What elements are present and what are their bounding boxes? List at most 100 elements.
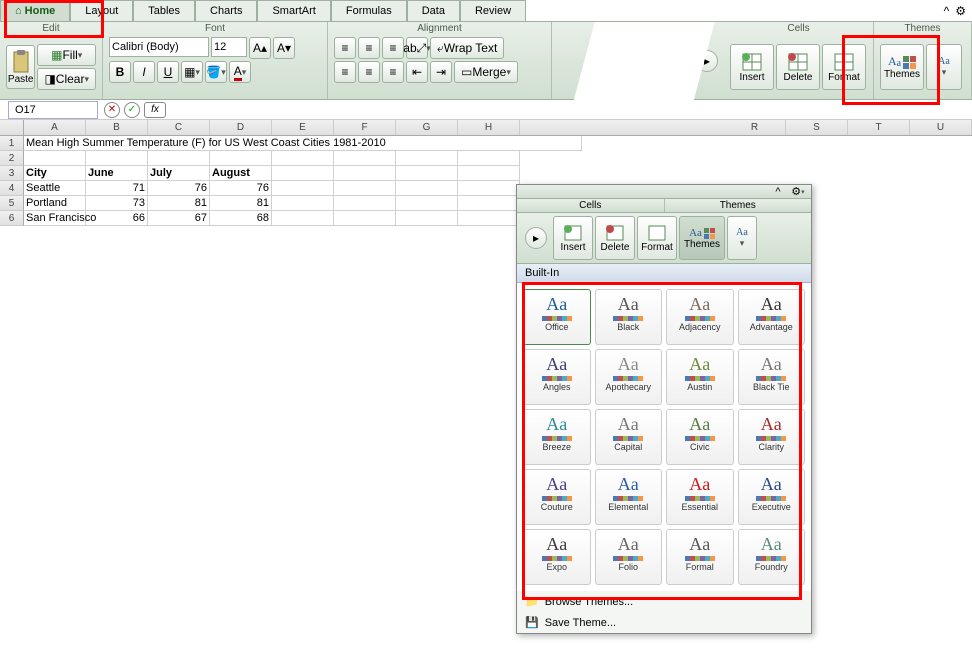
bold-button[interactable]: B xyxy=(109,61,131,83)
cell[interactable]: Portland xyxy=(24,196,86,211)
popup-delete-button[interactable]: Delete xyxy=(595,216,635,260)
format-button[interactable]: Format xyxy=(822,44,866,90)
row-header[interactable]: 2 xyxy=(0,151,24,166)
tab-charts[interactable]: Charts xyxy=(195,0,257,21)
cell[interactable]: June xyxy=(86,166,148,181)
fill-button[interactable]: ▦ Fill ▾ xyxy=(37,44,96,66)
align-left-button[interactable]: ≡ xyxy=(334,61,356,83)
popup-insert-button[interactable]: Insert xyxy=(553,216,593,260)
cell[interactable]: Seattle xyxy=(24,181,86,196)
theme-item-essential[interactable]: AaEssential xyxy=(666,469,734,525)
col-header[interactable]: C xyxy=(148,120,210,135)
row-header[interactable]: 4 xyxy=(0,181,24,196)
align-bottom-button[interactable]: ≡ xyxy=(382,37,404,59)
underline-button[interactable]: U xyxy=(157,61,179,83)
row-header[interactable]: 6 xyxy=(0,211,24,226)
theme-item-breeze[interactable]: AaBreeze xyxy=(523,409,591,465)
theme-item-advantage[interactable]: AaAdvantage xyxy=(738,289,806,345)
orientation-button[interactable]: ab⤢▾ xyxy=(406,37,428,59)
cell[interactable]: 71 xyxy=(86,181,148,196)
col-header[interactable]: F xyxy=(334,120,396,135)
cancel-formula-button[interactable]: ✕ xyxy=(104,102,120,118)
cell[interactable]: 76 xyxy=(148,181,210,196)
popup-format-button[interactable]: Format xyxy=(637,216,677,260)
save-theme-button[interactable]: 💾Save Theme... xyxy=(517,612,811,633)
theme-fonts-button[interactable]: Aa▾ xyxy=(926,44,962,90)
align-right-button[interactable]: ≡ xyxy=(382,61,404,83)
cell[interactable]: Mean High Summer Temperature (F) for US … xyxy=(24,136,582,151)
cell[interactable]: 66 xyxy=(86,211,148,226)
theme-item-clarity[interactable]: AaClarity xyxy=(738,409,806,465)
popup-expand-button[interactable]: ▸ xyxy=(525,227,547,249)
align-center-button[interactable]: ≡ xyxy=(358,61,380,83)
theme-item-executive[interactable]: AaExecutive xyxy=(738,469,806,525)
font-name-select[interactable] xyxy=(109,37,209,57)
delete-button[interactable]: Delete xyxy=(776,44,820,90)
border-button[interactable]: ▦▾ xyxy=(181,61,203,83)
align-top-button[interactable]: ≡ xyxy=(334,37,356,59)
clear-button[interactable]: ◨ Clear ▾ xyxy=(37,68,96,90)
tab-formulas[interactable]: Formulas xyxy=(331,0,407,21)
theme-item-adjacency[interactable]: AaAdjacency xyxy=(666,289,734,345)
col-header[interactable]: S xyxy=(786,120,848,135)
theme-item-austin[interactable]: AaAustin xyxy=(666,349,734,405)
indent-decrease-button[interactable]: ⇤ xyxy=(406,61,428,83)
theme-item-civic[interactable]: AaCivic xyxy=(666,409,734,465)
name-box[interactable]: O17 xyxy=(8,101,98,119)
popup-theme-fonts-button[interactable]: Aa▾ xyxy=(727,216,757,260)
cell[interactable]: San Francisco xyxy=(24,211,86,226)
shrink-font-button[interactable]: A▾ xyxy=(273,37,295,59)
indent-increase-button[interactable]: ⇥ xyxy=(430,61,452,83)
col-header[interactable]: U xyxy=(910,120,972,135)
theme-item-black-tie[interactable]: AaBlack Tie xyxy=(738,349,806,405)
settings-gear-icon[interactable]: ⚙ xyxy=(955,4,966,18)
popup-settings-button[interactable]: ⚙▾ xyxy=(791,185,805,199)
fill-color-button[interactable]: 🪣▾ xyxy=(205,61,227,83)
font-size-select[interactable] xyxy=(211,37,247,57)
col-header[interactable]: H xyxy=(458,120,520,135)
theme-item-couture[interactable]: AaCouture xyxy=(523,469,591,525)
confirm-formula-button[interactable]: ✓ xyxy=(124,102,140,118)
theme-item-black[interactable]: AaBlack xyxy=(595,289,663,345)
italic-button[interactable]: I xyxy=(133,61,155,83)
themes-button[interactable]: Aa Themes xyxy=(880,44,924,90)
theme-item-capital[interactable]: AaCapital xyxy=(595,409,663,465)
col-header[interactable]: E xyxy=(272,120,334,135)
tab-home[interactable]: ⌂Home xyxy=(0,0,70,21)
cell[interactable]: City xyxy=(24,166,86,181)
col-header[interactable]: D xyxy=(210,120,272,135)
theme-item-angles[interactable]: AaAngles xyxy=(523,349,591,405)
tab-layout[interactable]: Layout xyxy=(70,0,133,21)
row-header[interactable]: 3 xyxy=(0,166,24,181)
cell[interactable]: 76 xyxy=(210,181,272,196)
col-header[interactable]: A xyxy=(24,120,86,135)
theme-item-apothecary[interactable]: AaApothecary xyxy=(595,349,663,405)
cell[interactable]: 73 xyxy=(86,196,148,211)
theme-item-office[interactable]: AaOffice xyxy=(523,289,591,345)
theme-item-folio[interactable]: AaFolio xyxy=(595,529,663,585)
popup-collapse-button[interactable]: ^ xyxy=(771,185,785,199)
tab-tables[interactable]: Tables xyxy=(133,0,195,21)
browse-themes-button[interactable]: 📁Browse Themes... xyxy=(517,591,811,612)
align-middle-button[interactable]: ≡ xyxy=(358,37,380,59)
fx-button[interactable]: fx xyxy=(144,102,166,118)
row-header[interactable]: 1 xyxy=(0,136,24,151)
cell[interactable]: 67 xyxy=(148,211,210,226)
col-header[interactable]: B xyxy=(86,120,148,135)
wrap-text-button[interactable]: ⤶ Wrap Text xyxy=(430,37,504,59)
col-header[interactable]: G xyxy=(396,120,458,135)
collapse-ribbon-icon[interactable]: ^ xyxy=(944,4,950,18)
cell[interactable]: 81 xyxy=(210,196,272,211)
theme-item-formal[interactable]: AaFormal xyxy=(666,529,734,585)
theme-item-foundry[interactable]: AaFoundry xyxy=(738,529,806,585)
cell[interactable]: August xyxy=(210,166,272,181)
cell[interactable]: 68 xyxy=(210,211,272,226)
tab-review[interactable]: Review xyxy=(460,0,526,21)
cell[interactable]: July xyxy=(148,166,210,181)
tab-data[interactable]: Data xyxy=(407,0,460,21)
theme-item-elemental[interactable]: AaElemental xyxy=(595,469,663,525)
font-color-button[interactable]: A▾ xyxy=(229,61,251,83)
insert-button[interactable]: Insert xyxy=(730,44,774,90)
theme-item-expo[interactable]: AaExpo xyxy=(523,529,591,585)
cell[interactable]: 81 xyxy=(148,196,210,211)
